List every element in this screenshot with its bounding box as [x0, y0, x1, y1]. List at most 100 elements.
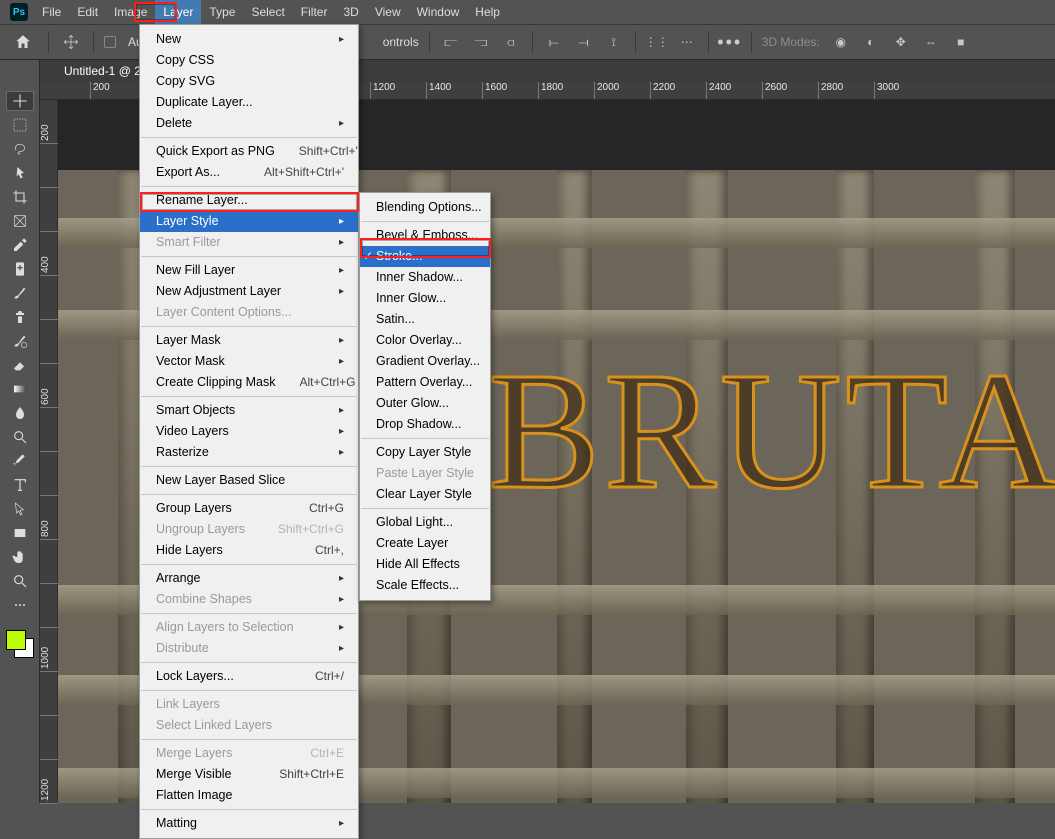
path-select-tool[interactable]: [7, 500, 33, 518]
orbit-icon[interactable]: ◉: [830, 31, 852, 53]
menu-item-scale-effects[interactable]: Scale Effects...: [360, 575, 490, 596]
more-icon[interactable]: •••: [719, 31, 741, 53]
menu-item-new[interactable]: New: [140, 29, 358, 50]
menu-item-inner-glow[interactable]: Inner Glow...: [360, 288, 490, 309]
menu-item-bevel-emboss[interactable]: Bevel & Emboss...: [360, 225, 490, 246]
frame-tool[interactable]: [7, 212, 33, 230]
menu-item-blending-options[interactable]: Blending Options...: [360, 197, 490, 218]
menu-item-outer-glow[interactable]: Outer Glow...: [360, 393, 490, 414]
slide-icon[interactable]: ⇔: [920, 31, 942, 53]
lasso-tool[interactable]: [7, 140, 33, 158]
ruler-vertical[interactable]: 20040060080010001200: [40, 100, 58, 803]
hand-tool[interactable]: [7, 548, 33, 566]
auto-select-group[interactable]: Au: [104, 35, 143, 49]
type-tool[interactable]: [7, 476, 33, 494]
menu-layer[interactable]: Layer: [155, 0, 201, 24]
blur-tool[interactable]: [7, 404, 33, 422]
menu-window[interactable]: Window: [409, 0, 468, 24]
menu-help[interactable]: Help: [467, 0, 508, 24]
menu-item-clear-layer-style[interactable]: Clear Layer Style: [360, 484, 490, 505]
menu-item-video-layers[interactable]: Video Layers: [140, 421, 358, 442]
brush-tool[interactable]: [7, 284, 33, 302]
align-center-h-icon[interactable]: ⫎: [470, 31, 492, 53]
align-left-icon[interactable]: ⫍: [440, 31, 462, 53]
menu-item-new-adjustment-layer[interactable]: New Adjustment Layer: [140, 281, 358, 302]
headline-text-layer[interactable]: BRUTAL: [488, 335, 1055, 528]
menu-item-color-overlay[interactable]: Color Overlay...: [360, 330, 490, 351]
align-top-icon[interactable]: ⟝: [543, 31, 565, 53]
menu-item-copy-svg[interactable]: Copy SVG: [140, 71, 358, 92]
menu-item-inner-shadow[interactable]: Inner Shadow...: [360, 267, 490, 288]
menu-item-stroke[interactable]: ✓Stroke...: [360, 246, 490, 267]
menu-select[interactable]: Select: [243, 0, 292, 24]
menu-item-label: Align Layers to Selection: [156, 619, 294, 636]
menu-item-arrange[interactable]: Arrange: [140, 568, 358, 589]
menu-item-layer-mask[interactable]: Layer Mask: [140, 330, 358, 351]
menu-item-merge-visible[interactable]: Merge VisibleShift+Ctrl+E: [140, 764, 358, 785]
distribute-v-icon[interactable]: ⋯: [676, 31, 698, 53]
dodge-tool[interactable]: [7, 428, 33, 446]
quick-select-tool[interactable]: [7, 164, 33, 182]
align-bottom-icon[interactable]: ⟟: [603, 31, 625, 53]
move-tool[interactable]: [7, 92, 33, 110]
crop-tool[interactable]: [7, 188, 33, 206]
menu-file[interactable]: File: [34, 0, 69, 24]
menu-item-duplicate-layer[interactable]: Duplicate Layer...: [140, 92, 358, 113]
menu-item-gradient-overlay[interactable]: Gradient Overlay...: [360, 351, 490, 372]
clone-tool[interactable]: [7, 308, 33, 326]
align-middle-icon[interactable]: ⟞: [573, 31, 595, 53]
menu-item-create-layer[interactable]: Create Layer: [360, 533, 490, 554]
eraser-tool[interactable]: [7, 356, 33, 374]
menu-item-vector-mask[interactable]: Vector Mask: [140, 351, 358, 372]
pen-tool[interactable]: [7, 452, 33, 470]
eyedropper-tool[interactable]: [7, 236, 33, 254]
menu-view[interactable]: View: [367, 0, 409, 24]
menu-item-align-layers-to-selection: Align Layers to Selection: [140, 617, 358, 638]
home-icon[interactable]: [8, 30, 38, 54]
marquee-tool[interactable]: [7, 116, 33, 134]
history-brush-tool[interactable]: [7, 332, 33, 350]
menu-edit[interactable]: Edit: [69, 0, 106, 24]
edit-toolbar-tool[interactable]: [7, 596, 33, 614]
menu-item-new-layer-based-slice[interactable]: New Layer Based Slice: [140, 470, 358, 491]
menu-item-layer-style[interactable]: Layer Style: [140, 211, 358, 232]
gradient-tool[interactable]: [7, 380, 33, 398]
menu-item-global-light[interactable]: Global Light...: [360, 512, 490, 533]
menu-item-hide-all-effects[interactable]: Hide All Effects: [360, 554, 490, 575]
foreground-color-swatch[interactable]: [6, 630, 26, 650]
menu-item-copy-css[interactable]: Copy CSS: [140, 50, 358, 71]
menu-item-satin[interactable]: Satin...: [360, 309, 490, 330]
menu-item-label: Hide All Effects: [376, 556, 460, 573]
distribute-h-icon[interactable]: ⋮⋮: [646, 31, 668, 53]
menu-item-drop-shadow[interactable]: Drop Shadow...: [360, 414, 490, 435]
menu-image[interactable]: Image: [106, 0, 155, 24]
menu-item-create-clipping-mask[interactable]: Create Clipping MaskAlt+Ctrl+G: [140, 372, 358, 393]
pan-icon[interactable]: ✥: [890, 31, 912, 53]
menu-item-matting[interactable]: Matting: [140, 813, 358, 834]
rectangle-tool[interactable]: [7, 524, 33, 542]
menu-item-group-layers[interactable]: Group LayersCtrl+G: [140, 498, 358, 519]
menu-item-lock-layers[interactable]: Lock Layers...Ctrl+/: [140, 666, 358, 687]
menu-item-label: Paste Layer Style: [376, 465, 474, 482]
menu-item-hide-layers[interactable]: Hide LayersCtrl+,: [140, 540, 358, 561]
menu-3d[interactable]: 3D: [335, 0, 366, 24]
roll-icon[interactable]: ◐: [860, 31, 882, 53]
align-right-icon[interactable]: ⫏: [500, 31, 522, 53]
color-swatches[interactable]: [6, 630, 34, 658]
menu-item-export-as[interactable]: Export As...Alt+Shift+Ctrl+': [140, 162, 358, 183]
checkbox-icon[interactable]: [104, 36, 116, 48]
menu-item-pattern-overlay[interactable]: Pattern Overlay...: [360, 372, 490, 393]
menu-item-new-fill-layer[interactable]: New Fill Layer: [140, 260, 358, 281]
menu-item-rasterize[interactable]: Rasterize: [140, 442, 358, 463]
zoom-tool[interactable]: [7, 572, 33, 590]
zoom-3d-icon[interactable]: ■: [950, 31, 972, 53]
menu-type[interactable]: Type: [201, 0, 243, 24]
menu-filter[interactable]: Filter: [293, 0, 336, 24]
menu-item-copy-layer-style[interactable]: Copy Layer Style: [360, 442, 490, 463]
move-tool-icon[interactable]: [59, 30, 83, 54]
menu-item-delete[interactable]: Delete: [140, 113, 358, 134]
menu-item-rename-layer[interactable]: Rename Layer...: [140, 190, 358, 211]
menu-item-quick-export-as-png[interactable]: Quick Export as PNGShift+Ctrl+': [140, 141, 358, 162]
menu-item-smart-objects[interactable]: Smart Objects: [140, 400, 358, 421]
heal-tool[interactable]: [7, 260, 33, 278]
